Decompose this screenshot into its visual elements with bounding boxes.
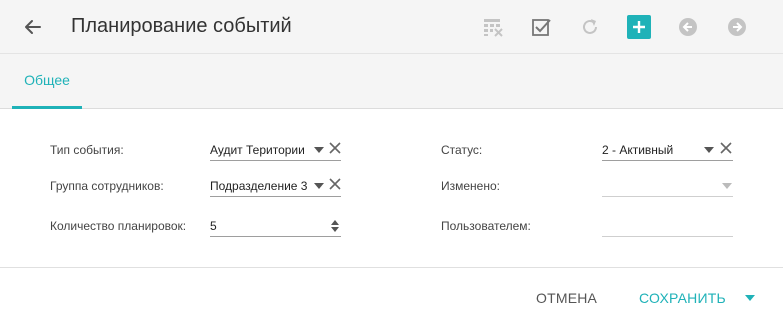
chevron-down-icon[interactable] (314, 147, 324, 153)
employee-group-label: Группа сотрудников: (50, 179, 164, 193)
by-user-label: Пользователем: (441, 219, 531, 233)
next-button[interactable] (725, 15, 749, 39)
checkbox-icon (532, 19, 551, 36)
plans-count-value: 5 (210, 219, 217, 233)
clear-filter-button[interactable] (481, 15, 505, 39)
stepper-arrows-icon[interactable] (330, 218, 340, 234)
employee-group-select[interactable]: Подразделение 3а (210, 175, 341, 197)
back-button[interactable] (20, 14, 46, 40)
page-header: Планирование событий (0, 0, 783, 54)
employee-group-value: Подразделение 3а (210, 179, 308, 193)
cancel-button[interactable]: ОТМЕНА (536, 290, 597, 306)
chevron-down-icon[interactable] (704, 147, 714, 153)
footer-actions: ОТМЕНА СОХРАНИТЬ (0, 269, 783, 325)
add-button[interactable] (627, 15, 651, 39)
select-all-button[interactable] (529, 15, 553, 39)
by-user-field[interactable] (602, 215, 733, 237)
status-select[interactable]: 2 - Активный (602, 139, 733, 161)
arrow-left-icon (25, 20, 41, 34)
plans-count-stepper[interactable]: 5 (210, 215, 341, 237)
chevron-down-icon[interactable] (722, 183, 732, 189)
page-title: Планирование событий (71, 15, 292, 37)
chevron-down-icon[interactable] (314, 183, 324, 189)
event-form: Тип события: Аудит Територии Группа сотр… (0, 110, 783, 268)
save-button[interactable]: СОХРАНИТЬ (639, 290, 726, 306)
plans-count-label: Количество планировок: (50, 219, 187, 233)
refresh-button[interactable] (578, 15, 602, 39)
plus-icon (633, 21, 645, 33)
refresh-icon (583, 19, 597, 34)
close-icon[interactable] (719, 141, 733, 155)
modified-label: Изменено: (441, 179, 500, 193)
circle-arrow-left-icon (679, 18, 697, 36)
previous-button[interactable] (676, 15, 700, 39)
event-type-select[interactable]: Аудит Територии (210, 139, 341, 161)
close-icon[interactable] (328, 141, 342, 155)
event-type-value: Аудит Територии (210, 143, 305, 157)
table-clear-icon (484, 19, 503, 37)
tab-bar: Общее (0, 54, 783, 109)
close-icon[interactable] (328, 177, 342, 191)
event-type-label: Тип события: (50, 143, 124, 157)
circle-arrow-right-icon (728, 18, 746, 36)
status-label: Статус: (441, 143, 483, 157)
status-value: 2 - Активный (602, 143, 674, 157)
tab-general[interactable]: Общее (12, 54, 82, 109)
save-options-chevron-down-icon[interactable] (744, 294, 756, 302)
modified-select[interactable] (602, 175, 733, 197)
